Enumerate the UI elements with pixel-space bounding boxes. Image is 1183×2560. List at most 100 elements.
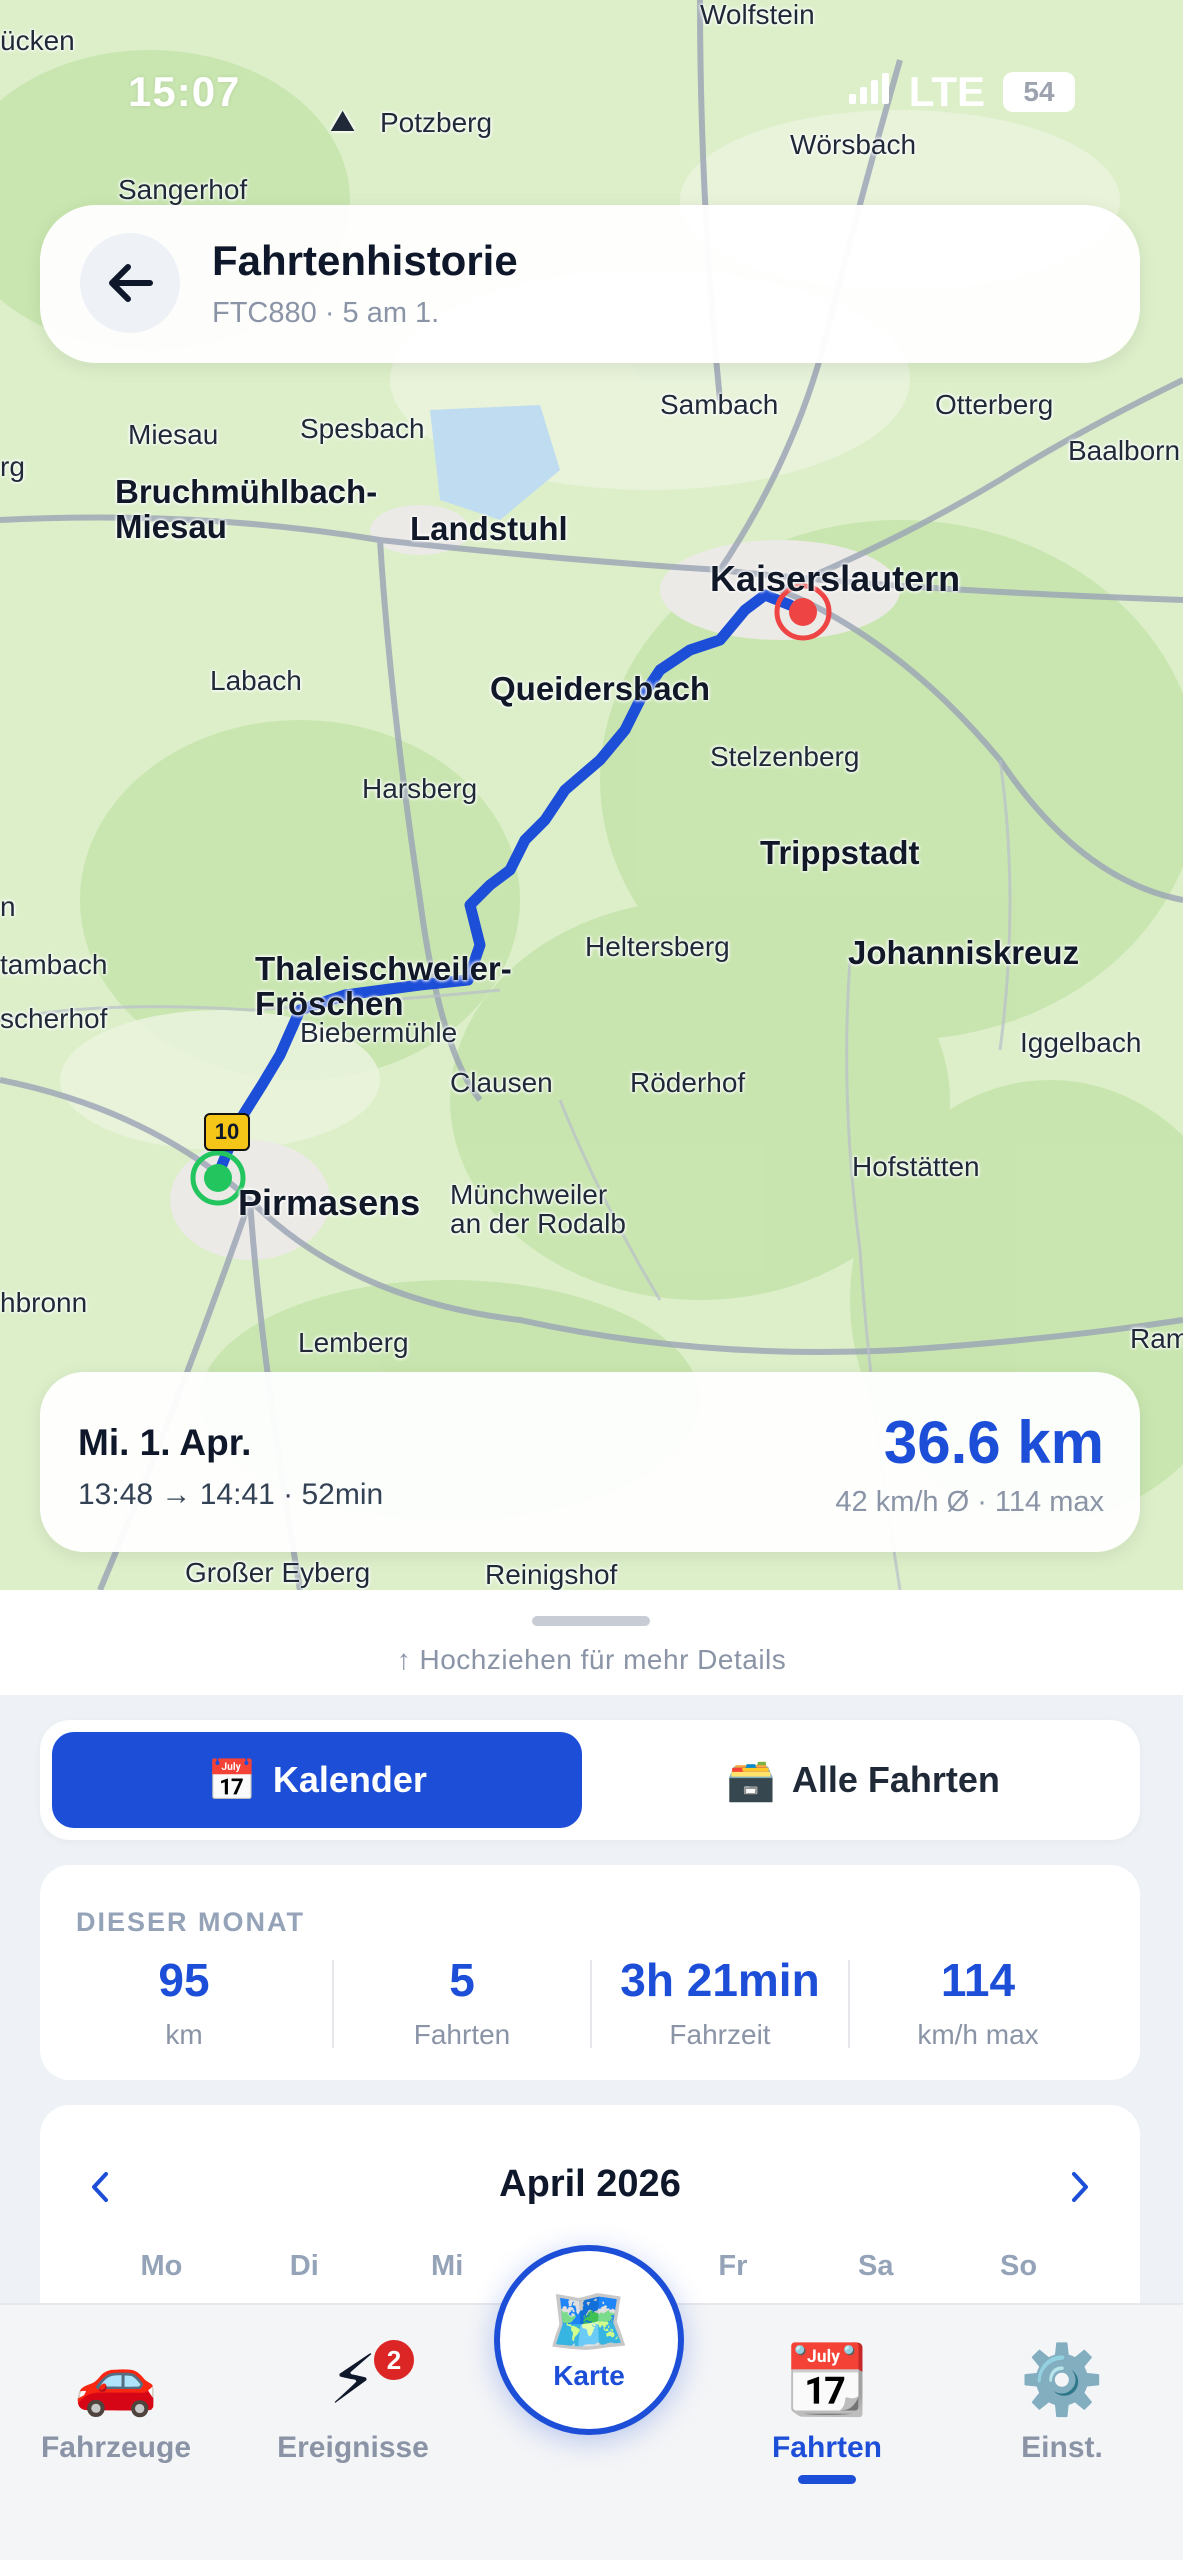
tab-map[interactable]: 🗺️ Karte — [494, 2245, 684, 2435]
tab-calendar-label: Kalender — [272, 1759, 427, 1800]
place-label: Wolfstein — [700, 0, 815, 30]
map-view[interactable]: 10 Wolfstein ücken Potzberg ⛰ Wörsbach S… — [0, 0, 1183, 1590]
sheet-header[interactable]: ↑ Hochziehen für mehr Details — [0, 1590, 1183, 1695]
place-label: Spesbach — [300, 413, 425, 444]
active-tab-indicator — [798, 2475, 856, 2484]
tab-all-trips[interactable]: 🗃️ Alle Fahrten — [598, 1732, 1128, 1828]
place-label: Otterberg — [935, 389, 1054, 420]
place-label: Thaleischweiler- Fröschen — [255, 950, 512, 1022]
monthly-stats-card: DIESER MONAT 95 km 5 Fahrten 3h 21min Fa… — [40, 1865, 1140, 2080]
stat-label: Fahrten — [413, 2019, 511, 2050]
back-button[interactable] — [80, 233, 180, 333]
place-label: Harsberg — [362, 773, 478, 804]
stat-value: 3h 21min — [620, 1954, 820, 2006]
tab-label: Karte — [553, 2360, 625, 2391]
network-label: LTE — [908, 68, 985, 115]
place-label: Bruchmühlbach- Miesau — [115, 473, 378, 545]
stat-value: 5 — [449, 1954, 475, 2006]
place-label: n — [0, 891, 16, 922]
calendar-month: April 2026 — [499, 2163, 681, 2205]
weekday-label: Di — [289, 2250, 319, 2282]
trip-distance: 36.6 km — [883, 1409, 1104, 1476]
place-label: Baalborn — [1068, 435, 1181, 466]
place-label: ücken — [0, 25, 75, 56]
place-label: Lemberg — [298, 1327, 409, 1358]
place-label: Labach — [210, 665, 302, 696]
road-shield: 10 — [204, 1113, 250, 1151]
weekday-label: So — [1000, 2250, 1038, 2282]
place-label: Miesau — [128, 419, 219, 450]
place-label: Sangerhof — [118, 174, 248, 205]
place-label: Heltersberg — [585, 931, 730, 962]
place-label: Landstuhl — [410, 510, 568, 547]
place-label: Biebermühle — [300, 1017, 458, 1048]
status-bar: 15:07 LTE 54 — [0, 60, 1183, 130]
tab-label: Fahrzeuge — [40, 2431, 192, 2464]
stat-trips: 5 Fahrten — [333, 1953, 591, 2051]
place-label: scherhof — [0, 1003, 108, 1034]
trip-summary-card[interactable]: Mi. 1. Apr. 13:48 → 14:41 · 52min 36.6 k… — [40, 1372, 1140, 1552]
weekday-label: Fr — [718, 2250, 748, 2282]
weekday-label: Mi — [431, 2250, 464, 2282]
place-label: Sambach — [660, 389, 779, 420]
place-label: Iggelbach — [1020, 1027, 1142, 1058]
calendar-icon: 📅 — [207, 1758, 257, 1803]
place-label: Kaiserslautern — [710, 558, 961, 599]
stat-distance: 95 km — [55, 1953, 313, 2051]
place-label: Johanniskreuz — [848, 934, 1080, 971]
place-label: Pirmasens — [238, 1182, 421, 1223]
tab-calendar[interactable]: 📅 Kalender — [52, 1732, 582, 1828]
tab-label: Einst. — [1021, 2431, 1103, 2464]
next-month-button[interactable] — [1050, 2157, 1110, 2217]
page-title: Fahrtenhistorie — [212, 237, 518, 284]
view-switcher: 📅 Kalender 🗃️ Alle Fahrten — [40, 1720, 1140, 1840]
place-label: Reinigshof — [485, 1559, 618, 1590]
stat-label: km — [165, 2019, 203, 2050]
place-label: Clausen — [450, 1067, 553, 1098]
tab-vehicles[interactable]: 🚗 Fahrzeuge — [16, 2335, 216, 2465]
drag-handle[interactable] — [532, 1616, 650, 1626]
tab-label: Fahrten — [771, 2431, 882, 2464]
tab-settings[interactable]: ⚙️ Einst. — [962, 2335, 1162, 2465]
map-icon: 🗺️ — [547, 2284, 631, 2358]
pull-hint: ↑ Hochziehen für mehr Details — [396, 1644, 787, 1675]
stat-drive-time: 3h 21min Fahrzeit — [591, 1953, 849, 2051]
calendar-icon: 📆 — [784, 2342, 870, 2418]
status-time: 15:07 — [128, 68, 241, 115]
place-label: tambach — [0, 949, 108, 980]
notification-badge: 2 — [371, 2337, 417, 2383]
stats-title: DIESER MONAT — [76, 1907, 306, 1937]
stat-value: 114 — [940, 1954, 1016, 2006]
trip-date: Mi. 1. Apr. — [78, 1422, 252, 1463]
lightning-icon: ⚡ 2 — [253, 2335, 453, 2425]
place-label: Röderhof — [630, 1067, 746, 1098]
gear-icon: ⚙️ — [1019, 2342, 1105, 2418]
stat-value: 95 — [158, 1954, 210, 2006]
signal-icon — [847, 68, 891, 116]
place-label: Queidersbach — [490, 670, 711, 707]
tab-label: Ereignisse — [277, 2431, 429, 2464]
place-label: Hofstätten — [852, 1151, 980, 1182]
place-label: hbronn — [0, 1287, 88, 1318]
place-label: Ram — [1130, 1323, 1183, 1354]
place-label: Wörsbach — [790, 129, 917, 160]
place-label: Münchweiler an der Rodalb — [450, 1179, 626, 1240]
tab-trips[interactable]: 📆 Fahrten — [727, 2335, 927, 2465]
chevron-right-icon — [1072, 2172, 1088, 2202]
trip-speed: 42 km/h Ø · 114 max — [835, 1486, 1104, 1518]
header-card: Fahrtenhistorie FTC880 · 5 am 1. — [40, 205, 1140, 363]
place-label: Großer Eyberg — [185, 1557, 371, 1588]
place-label: Stelzenberg — [710, 741, 860, 772]
place-label: Trippstadt — [760, 834, 920, 871]
stat-max-speed: 114 km/h max — [849, 1953, 1107, 2051]
page-subtitle: FTC880 · 5 am 1. — [212, 297, 440, 329]
trip-time: 13:48 → 14:41 · 52min — [78, 1478, 384, 1511]
tab-all-trips-label: Alle Fahrten — [791, 1759, 1000, 1800]
arrow-left-icon — [109, 264, 153, 302]
tab-events[interactable]: ⚡ 2 Ereignisse — [253, 2335, 453, 2465]
weekday-label: Sa — [857, 2250, 894, 2282]
stat-label: Fahrzeit — [669, 2019, 771, 2050]
weekday-label: Mo — [140, 2250, 183, 2282]
box-icon: 🗃️ — [726, 1758, 776, 1803]
battery-icon: 54 — [1003, 72, 1075, 112]
